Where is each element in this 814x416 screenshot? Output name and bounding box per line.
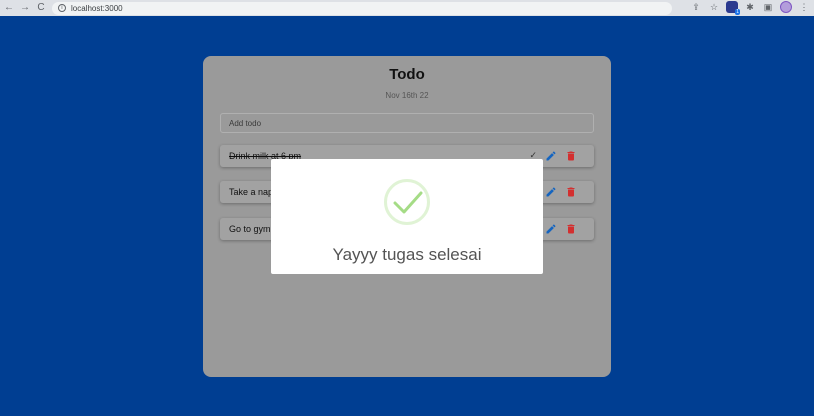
todo-text: Take a nap <box>229 187 274 197</box>
url-text: localhost:3000 <box>71 3 123 13</box>
profile-avatar[interactable] <box>780 1 792 13</box>
edit-pencil-icon[interactable] <box>545 186 557 198</box>
back-icon[interactable]: ← <box>2 1 16 15</box>
delete-trash-icon[interactable] <box>565 186 577 198</box>
puzzle-icon[interactable]: ✱ <box>744 1 756 13</box>
browser-toolbar: ← → C i localhost:3000 ⇪ ☆ 1 ✱ ▣ ⋮ <box>0 0 814 16</box>
address-bar[interactable]: i localhost:3000 <box>52 1 672 15</box>
success-modal[interactable]: Yayyy tugas selesai <box>271 159 543 274</box>
forward-icon[interactable]: → <box>18 1 32 15</box>
success-check-icon <box>384 179 430 225</box>
delete-trash-icon[interactable] <box>565 150 577 162</box>
bookmark-star-icon[interactable]: ☆ <box>708 1 720 13</box>
menu-kebab-icon[interactable]: ⋮ <box>798 1 810 13</box>
info-icon[interactable]: i <box>58 4 66 12</box>
page-title: Todo <box>389 66 425 83</box>
share-icon[interactable]: ⇪ <box>690 1 702 13</box>
edit-pencil-icon[interactable] <box>545 150 557 162</box>
todo-text: Go to gym <box>229 224 271 234</box>
extension-icon[interactable]: 1 <box>726 1 740 15</box>
edit-pencil-icon[interactable] <box>545 223 557 235</box>
reload-icon[interactable]: C <box>34 1 48 15</box>
date-label: Nov 16th 22 <box>385 91 429 100</box>
add-todo-input[interactable] <box>220 113 594 133</box>
delete-trash-icon[interactable] <box>565 223 577 235</box>
modal-title: Yayyy tugas selesai <box>332 245 482 264</box>
sidepanel-icon[interactable]: ▣ <box>762 1 774 13</box>
